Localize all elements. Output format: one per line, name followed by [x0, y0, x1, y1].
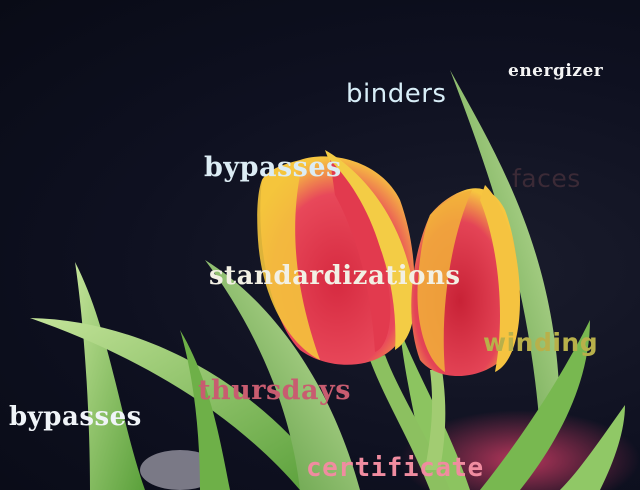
overlay-word-binders: binders: [346, 79, 447, 109]
overlay-word-faces: faces: [512, 164, 581, 193]
overlay-word-certificate: certificate: [306, 453, 484, 483]
overlay-word-energizer: energizer: [508, 61, 604, 81]
overlay-word-standardizations: standardizations: [209, 261, 461, 291]
overlay-word-bypasses-top: bypasses: [204, 152, 342, 183]
overlay-word-bypasses-left: bypasses: [9, 402, 142, 432]
overlay-word-thursdays: thursdays: [198, 375, 351, 406]
photo-scene: energizer binders bypasses faces standar…: [0, 0, 640, 490]
overlay-word-winding: winding: [483, 328, 599, 357]
